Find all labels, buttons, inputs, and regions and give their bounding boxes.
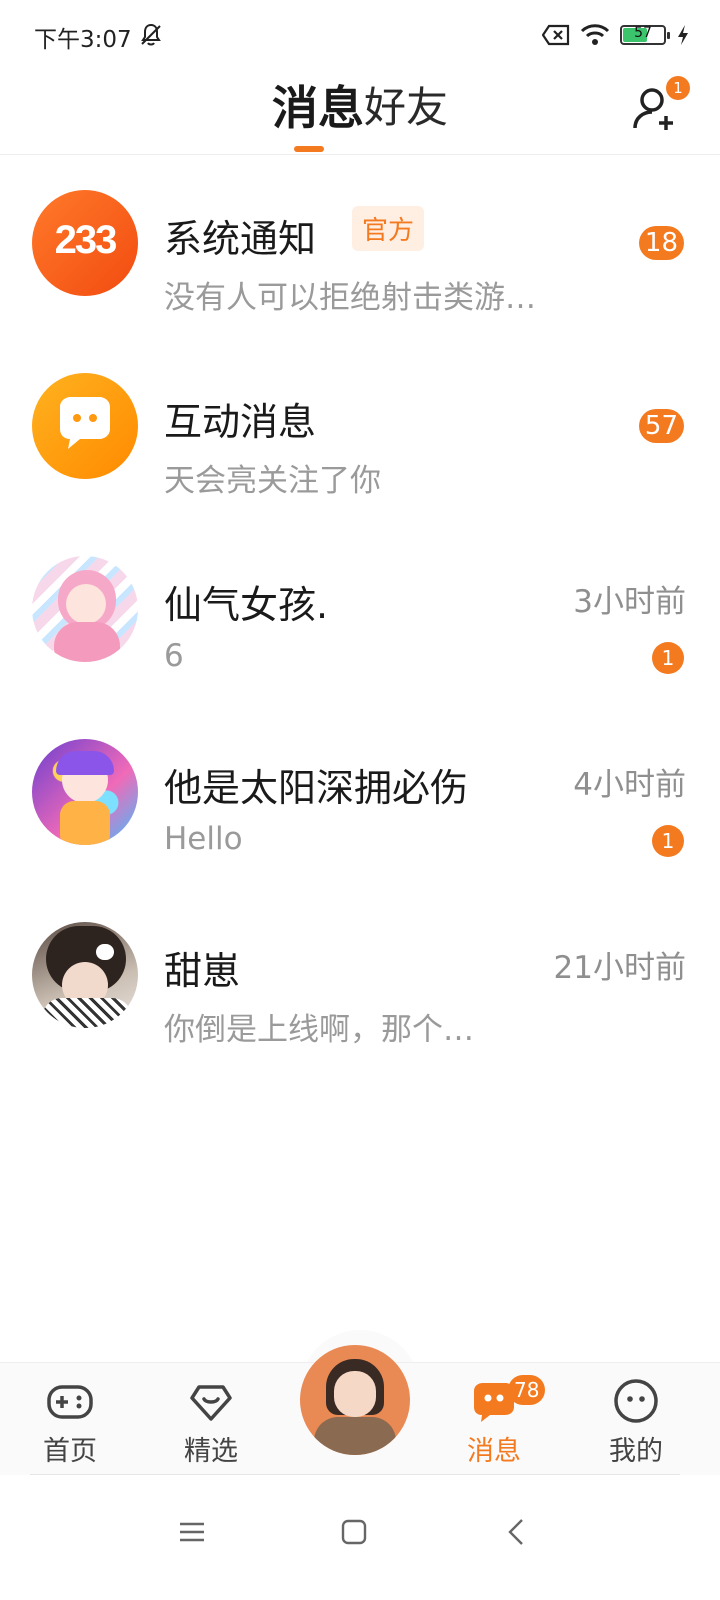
tab-friends[interactable]: 好友 <box>364 78 448 138</box>
conversation-title: 他是太阳深拥必伤 <box>164 766 469 810</box>
wifi-icon <box>580 24 610 45</box>
gamepad-icon <box>47 1385 93 1419</box>
conversation-row-interaction[interactable]: 互动消息 天会亮关注了你 57 <box>0 337 720 520</box>
home-square-icon[interactable] <box>334 1512 374 1552</box>
nav-mine-label: 我的 <box>609 1436 663 1467</box>
user-avatar <box>32 922 138 1028</box>
center-avatar-face <box>334 1371 376 1417</box>
nav-home-label: 首页 <box>43 1436 97 1467</box>
conversation-title: 仙气女孩. <box>164 583 329 627</box>
interaction-avatar <box>32 373 138 479</box>
conversation-list: 233 系统通知 官方 没有人可以拒绝射击类游… 18 互动消息 天会亮关注了你… <box>0 154 720 1069</box>
conversation-row[interactable]: 仙气女孩. 3小时前 6 1 <box>0 520 720 703</box>
nav-featured-label: 精选 <box>184 1436 238 1467</box>
battery-icon: 57 <box>620 25 670 45</box>
tab-messages[interactable]: 消息 <box>272 78 364 138</box>
system-avatar: 233 <box>32 190 138 296</box>
heart-diamond-icon <box>190 1385 232 1421</box>
nav-home[interactable]: 首页 <box>0 1363 140 1475</box>
system-navigation <box>0 1476 720 1600</box>
add-friend-badge: 1 <box>666 76 690 100</box>
conversation-title: 互动消息 <box>164 400 317 444</box>
user-avatar <box>32 556 138 662</box>
unread-badge: 1 <box>652 642 684 674</box>
menu-icon[interactable] <box>172 1512 212 1552</box>
no-sim-icon <box>542 24 570 46</box>
tab-bar: 消息好友 <box>0 78 720 138</box>
unread-badge: 1 <box>652 825 684 857</box>
system-avatar-text: 233 <box>54 218 118 262</box>
conversation-row[interactable]: 他是太阳深拥必伤 4小时前 Hello 1 <box>0 703 720 886</box>
center-avatar-body <box>314 1417 396 1455</box>
nav-mine[interactable]: 我的 <box>566 1363 706 1475</box>
nav-messages[interactable]: 78 消息 <box>424 1363 564 1475</box>
conversation-preview: Hello <box>164 821 243 857</box>
conversation-title: 系统通知 <box>164 217 317 261</box>
official-tag: 官方 <box>352 206 425 251</box>
messages-badge: 78 <box>508 1375 546 1405</box>
unread-badge: 57 <box>638 409 684 443</box>
conversation-preview: 6 <box>164 638 184 674</box>
header: 消息好友 1 <box>0 70 720 155</box>
status-bar: 下午3:07 57 <box>0 0 720 70</box>
profile-face-icon <box>614 1379 658 1423</box>
chat-bubble-icon <box>60 397 110 449</box>
status-time: 下午3:07 <box>34 27 132 53</box>
conversation-title: 甜崽 <box>164 949 241 993</box>
conversation-row-system[interactable]: 233 系统通知 官方 没有人可以拒绝射击类游… 18 <box>0 154 720 337</box>
conversation-preview: 没有人可以拒绝射击类游… <box>164 280 536 316</box>
conversation-preview: 你倒是上线啊，那个… <box>164 1012 474 1048</box>
conversation-time: 4小时前 <box>573 767 686 803</box>
battery-level: 57 <box>634 25 652 41</box>
conversation-row[interactable]: 甜崽 21小时前 你倒是上线啊，那个… <box>0 886 720 1069</box>
conversation-time: 3小时前 <box>573 584 686 620</box>
nav-featured[interactable]: 精选 <box>141 1363 281 1475</box>
bell-muted-icon <box>141 23 161 46</box>
tab-indicator <box>294 146 324 152</box>
conversation-time: 21小时前 <box>553 950 686 986</box>
back-icon[interactable] <box>498 1512 538 1552</box>
conversation-preview: 天会亮关注了你 <box>164 463 381 499</box>
charging-icon <box>678 25 688 45</box>
center-avatar-button[interactable] <box>300 1345 410 1455</box>
nav-divider <box>30 1474 680 1475</box>
unread-badge: 18 <box>638 226 684 260</box>
nav-messages-label: 消息 <box>467 1436 521 1467</box>
user-avatar <box>32 739 138 845</box>
